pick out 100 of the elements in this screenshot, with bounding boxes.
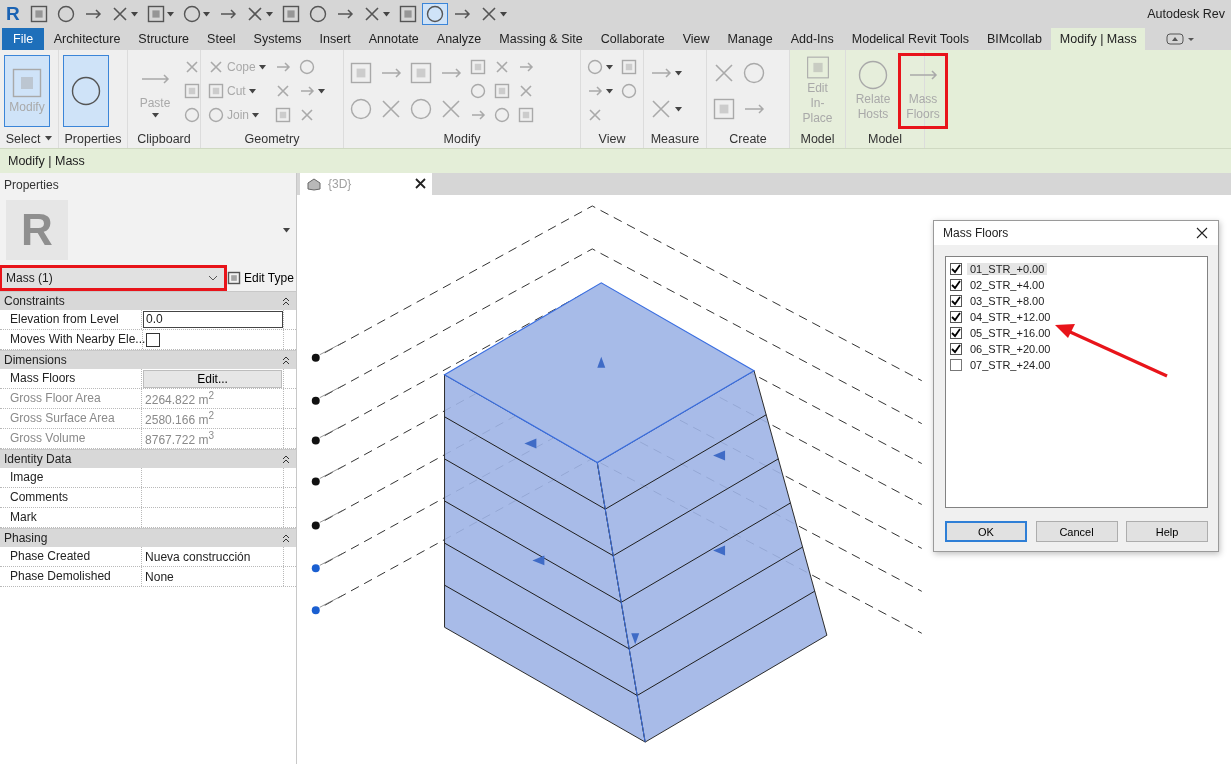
- square-icon: [713, 98, 735, 120]
- caret-icon: [383, 11, 390, 17]
- ribbon-tab[interactable]: File: [2, 28, 45, 50]
- edit-button[interactable]: Edit...: [143, 369, 283, 388]
- circle-icon: [57, 5, 75, 23]
- list-item[interactable]: 02_STR_+4.00: [967, 278, 1048, 291]
- circle-icon: [743, 62, 765, 84]
- checkbox[interactable]: [950, 294, 962, 307]
- list-item[interactable]: 06_STR_+20.00: [967, 342, 1054, 355]
- chevron-icon: [208, 275, 218, 281]
- ribbon-tab[interactable]: Add-Ins: [782, 28, 843, 50]
- ribbon-tab[interactable]: Collaborate: [592, 28, 674, 50]
- property-value: None: [144, 569, 174, 584]
- square-icon: [30, 5, 48, 23]
- house-icon: [306, 177, 322, 191]
- tool-button[interactable]: [63, 55, 109, 127]
- cross-icon: [650, 98, 672, 120]
- circle-icon: [208, 107, 224, 123]
- ribbon-toggle-icon[interactable]: [1166, 32, 1197, 46]
- caret-icon: [675, 70, 682, 76]
- square-icon: [518, 107, 534, 123]
- type-preview: R: [6, 200, 68, 260]
- checkbox[interactable]: [950, 342, 962, 355]
- circle-icon: [470, 83, 486, 99]
- checkbox[interactable]: [950, 278, 962, 291]
- checkbox[interactable]: [146, 332, 160, 347]
- ribbon-tab[interactable]: Manage: [719, 28, 782, 50]
- group-header[interactable]: Identity Data: [0, 449, 296, 468]
- panel-label: Geometry: [244, 131, 300, 146]
- circle-icon: [350, 98, 372, 120]
- panel-label: Properties: [64, 131, 122, 146]
- circle-icon: [410, 98, 432, 120]
- square-icon: [227, 271, 241, 285]
- list-item[interactable]: 01_STR_+0.00: [967, 262, 1048, 275]
- list-item[interactable]: 05_STR_+16.00: [967, 326, 1054, 339]
- property-label: Gross Surface Area: [0, 409, 143, 428]
- circle-icon: [309, 5, 327, 23]
- type-selector[interactable]: Mass (1): [2, 268, 224, 288]
- ribbon-tab[interactable]: Steel: [198, 28, 245, 50]
- ribbon-tab[interactable]: Analyze: [428, 28, 490, 50]
- square-icon: [184, 83, 200, 99]
- dialog-button[interactable]: Help: [1126, 521, 1208, 542]
- ribbon-tab[interactable]: BIMcollab: [978, 28, 1051, 50]
- ribbon-tab[interactable]: Modify | Mass: [1051, 28, 1146, 50]
- ribbon-tab[interactable]: Modelical Revit Tools: [843, 28, 978, 50]
- circle-icon: [298, 59, 315, 75]
- ribbon-tab[interactable]: Annotate: [360, 28, 428, 50]
- caret-icon: [248, 88, 256, 94]
- toolbar-button[interactable]: [423, 4, 447, 24]
- group-header[interactable]: Constraints: [0, 291, 296, 310]
- caret-icon: [317, 88, 325, 94]
- group-header[interactable]: Phasing: [0, 528, 296, 547]
- dialog-button[interactable]: Cancel: [1035, 521, 1118, 542]
- property-label: Moves With Nearby Ele...: [0, 330, 143, 349]
- ribbon-tab[interactable]: Insert: [311, 28, 360, 50]
- square-icon: [399, 5, 417, 23]
- panel-label: Model: [800, 131, 835, 146]
- close-icon[interactable]: [1196, 227, 1208, 239]
- circle-icon: [426, 5, 444, 23]
- property-label: Gross Floor Area: [0, 389, 143, 408]
- cross-icon: [274, 83, 291, 99]
- checkbox[interactable]: [950, 310, 962, 323]
- checkbox[interactable]: [950, 358, 962, 371]
- ribbon-tab[interactable]: View: [674, 28, 718, 50]
- edit-type-button[interactable]: Edit Type: [227, 271, 294, 285]
- list-item[interactable]: 07_STR_+24.00: [967, 358, 1054, 371]
- caret-icon: [675, 106, 682, 112]
- property-value: 8767.722 m$^{3}$: [144, 430, 215, 447]
- ribbon-tab[interactable]: Architecture: [45, 28, 129, 50]
- ribbon-tab[interactable]: Structure: [129, 28, 198, 50]
- checkbox[interactable]: [950, 326, 962, 339]
- circle-icon: [183, 5, 201, 23]
- square-icon: [410, 62, 432, 84]
- caret-icon: [167, 11, 174, 17]
- property-value: Nueva construcción: [144, 549, 251, 564]
- square-icon: [470, 59, 486, 75]
- cross-icon: [184, 59, 200, 75]
- checkbox[interactable]: [950, 262, 962, 275]
- input-field[interactable]: 0.0: [143, 311, 284, 328]
- list-item[interactable]: 03_STR_+8.00: [967, 294, 1048, 307]
- property-label: Phase Demolished: [0, 567, 143, 586]
- caret-icon: [151, 113, 159, 118]
- app-logo[interactable]: R: [6, 3, 24, 25]
- ribbon-tab[interactable]: Massing & Site: [490, 28, 592, 50]
- context-label: Modify | Mass: [8, 154, 85, 168]
- property-value: 2580.166 m$^{2}$: [144, 410, 215, 427]
- circle-icon: [184, 107, 200, 123]
- cross-icon: [480, 5, 498, 23]
- dialog-button[interactable]: OK: [945, 521, 1027, 542]
- list-item[interactable]: 04_STR_+12.00: [967, 310, 1054, 323]
- circle-icon: [621, 83, 637, 99]
- group-header[interactable]: Dimensions: [0, 350, 296, 369]
- caret-icon: [606, 64, 613, 70]
- dialog-title: Mass Floors: [943, 226, 1009, 240]
- ribbon-tab[interactable]: Systems: [245, 28, 310, 50]
- property-label: Elevation from Level: [0, 310, 143, 329]
- cross-icon: [111, 5, 129, 23]
- panel-label: Measure: [650, 131, 700, 146]
- close-icon[interactable]: [415, 178, 426, 190]
- property-label: Phase Created: [0, 547, 143, 566]
